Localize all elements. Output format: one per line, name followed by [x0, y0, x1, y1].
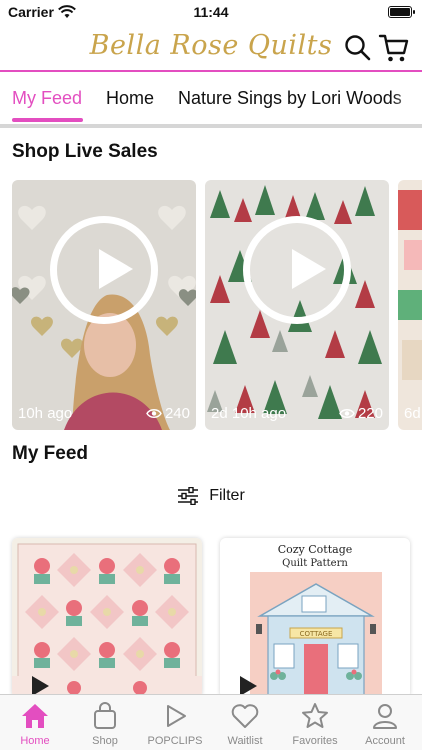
live-age: 6d [404, 405, 421, 422]
tab-bar-label: Account [365, 735, 405, 747]
tab-bar-label: POPCLIPS [147, 735, 203, 747]
tabs-fade [392, 74, 422, 124]
filter-label: Filter [209, 487, 245, 504]
heart-icon [231, 704, 259, 728]
quilt-thumbnail [12, 538, 202, 698]
eye-icon [339, 409, 355, 418]
live-sale-card[interactable]: 2d 10h ago 220 [205, 180, 389, 430]
tab-bar-label: Favorites [292, 735, 338, 747]
tab-bar-label: Shop [92, 735, 118, 747]
live-age: 2d 10h ago [211, 405, 287, 422]
bag-icon [94, 702, 116, 729]
filter-button[interactable]: Filter [0, 483, 422, 509]
clock: 11:44 [193, 4, 229, 20]
bottom-tab-bar: Home Shop POPCLIPS Waitlist Favorites Ac… [0, 694, 422, 750]
status-bar: Carrier 11:44 [0, 0, 422, 24]
tab-bar-label: Home [20, 735, 50, 747]
view-count: 240 [146, 405, 190, 422]
cottage-thumbnail: Cozy Cottage Quilt Pattern COTTAGE [220, 538, 410, 698]
cottage-subtitle: Quilt Pattern [282, 558, 348, 569]
view-count-value: 220 [357, 405, 383, 422]
play-button[interactable] [243, 216, 351, 324]
tab-bar-label: Waitlist [227, 735, 263, 747]
star-icon [302, 703, 328, 728]
tabs-divider [0, 124, 422, 128]
play-icon [32, 676, 49, 696]
tab-home[interactable]: Home [106, 88, 154, 109]
play-icon [99, 249, 133, 289]
live-sale-card[interactable]: 6d [398, 180, 422, 430]
tab-bar-shop[interactable]: Shop [70, 701, 140, 747]
tab-my-feed[interactable]: My Feed [12, 88, 82, 109]
feed-item-card[interactable]: Cozy Cottage Quilt Pattern COTTAGE [220, 538, 410, 698]
battery-icon [388, 6, 415, 18]
live-age: 10h ago [18, 405, 73, 422]
app-header: Bella Rose Quilts [0, 24, 422, 72]
play-icon [292, 249, 326, 289]
feed-title: My Feed [12, 443, 89, 464]
view-count-value: 240 [164, 405, 190, 422]
cottage-sign: COTTAGE [300, 630, 333, 638]
eye-icon [146, 409, 162, 418]
search-icon[interactable] [344, 34, 372, 62]
live-sales-title: Shop Live Sales [12, 141, 158, 162]
play-icon [240, 676, 257, 696]
active-tab-indicator [12, 118, 83, 122]
live-sale-card[interactable]: 10h ago 240 [12, 180, 196, 430]
sliders-icon [178, 487, 199, 505]
tab-nature-sings[interactable]: Nature Sings by Lori Woods [178, 88, 402, 109]
person-icon [373, 704, 397, 729]
play-icon [167, 705, 186, 727]
top-tabs: My Feed Home Nature Sings by Lori Woods [0, 74, 422, 124]
view-count: 220 [339, 405, 383, 422]
play-button[interactable] [50, 216, 158, 324]
tab-bar-home[interactable]: Home [0, 701, 70, 747]
tab-bar-account[interactable]: Account [350, 701, 420, 747]
tab-bar-waitlist[interactable]: Waitlist [210, 701, 280, 747]
tab-bar-popclips[interactable]: POPCLIPS [140, 701, 210, 747]
feed-item-card[interactable] [12, 538, 202, 698]
tab-bar-favorites[interactable]: Favorites [280, 701, 350, 747]
live-video-thumbnail [398, 180, 422, 430]
cottage-title: Cozy Cottage [278, 543, 353, 556]
cart-icon[interactable] [378, 32, 410, 64]
house-icon [22, 704, 48, 728]
